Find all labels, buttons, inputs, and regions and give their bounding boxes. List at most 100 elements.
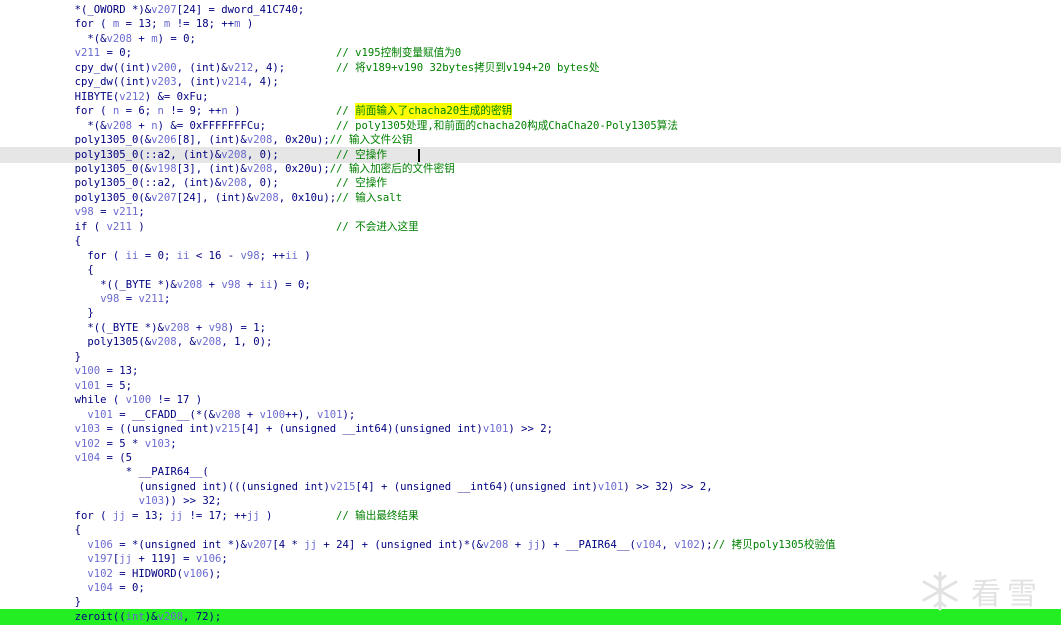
- code-token: , &: [176, 336, 196, 349]
- code-token: = 5 *: [100, 437, 145, 450]
- code-token: ) = 1;: [227, 321, 267, 334]
- code-token: );: [699, 538, 713, 551]
- code-token: +: [240, 278, 260, 291]
- code-token: zeroit((: [74, 610, 126, 623]
- variable-token: v211: [112, 206, 139, 219]
- code-token: ): [240, 18, 254, 31]
- variable-token: v106: [183, 567, 209, 580]
- code-token: }: [74, 596, 81, 609]
- code-line[interactable]: zeroit((int)&v208, 72);: [0, 608, 1061, 625]
- code-token: = 13;: [100, 365, 139, 378]
- code-token: poly1305_0(&: [74, 134, 152, 147]
- code-token: ): [297, 249, 311, 262]
- variable-token: v206: [151, 134, 177, 147]
- code-text: zeroit((int)&v208, 72);: [75, 609, 222, 625]
- text-cursor: [418, 148, 420, 162]
- code-token: [4 *: [272, 538, 305, 551]
- variable-token: jj: [246, 509, 260, 522]
- code-token: , 4);: [246, 76, 279, 89]
- code-token: if (: [74, 220, 107, 233]
- variable-token: v208: [176, 278, 203, 291]
- variable-token: v100: [259, 408, 286, 421]
- variable-token: int: [125, 610, 145, 623]
- variable-token: v102: [74, 437, 101, 450]
- variable-token: v214: [221, 76, 247, 89]
- variable-token: v101: [482, 423, 509, 436]
- variable-token: v207: [151, 191, 177, 204]
- code-token: = 6;: [119, 105, 158, 118]
- variable-token: ii: [285, 249, 298, 262]
- code-token: ): [227, 105, 241, 118]
- variable-token: jj: [304, 538, 318, 551]
- code-token: [3], (int)&: [176, 162, 247, 175]
- variable-token: ii: [176, 249, 190, 262]
- code-token: for (: [74, 105, 113, 118]
- code-token: }: [87, 307, 94, 320]
- variable-token: v208: [246, 134, 273, 147]
- code-token: );: [208, 567, 222, 580]
- variable-token: v100: [125, 394, 152, 407]
- code-token: ;: [138, 206, 145, 219]
- code-token: , 72);: [183, 610, 222, 623]
- variable-token: v101: [87, 408, 113, 421]
- variable-token: v98: [208, 321, 228, 334]
- variable-token: v215: [214, 423, 241, 436]
- code-token: ) = 0;: [272, 278, 311, 291]
- variable-token: v208: [106, 32, 133, 45]
- variable-token: v103: [144, 437, 171, 450]
- code-token: (unsigned int)(((unsigned int): [138, 480, 330, 493]
- code-token: = (5: [100, 451, 132, 464]
- code-token: = 13;: [119, 18, 164, 31]
- variable-token: v101: [317, 408, 343, 421]
- code-token: *(_OWORD *)&: [74, 4, 152, 16]
- code-token: = ((unsigned int): [100, 423, 215, 436]
- code-token: HIBYTE(: [74, 90, 120, 103]
- code-token: ++),: [285, 408, 318, 421]
- code-token: ;: [170, 437, 177, 450]
- code-token: ) &= 0xFu;: [144, 90, 209, 103]
- code-token: = 0;: [138, 249, 177, 262]
- variable-token: v102: [87, 567, 113, 580]
- comment-token: // 输入salt: [336, 191, 402, 204]
- code-token: *((_BYTE *)&: [100, 278, 177, 291]
- variable-token: v103: [74, 423, 101, 436]
- variable-token: v208: [214, 408, 241, 421]
- code-token: < 16 -: [189, 249, 241, 262]
- variable-token: v101: [74, 379, 101, 392]
- variable-token: v207: [151, 4, 177, 16]
- variable-token: v208: [253, 191, 279, 204]
- code-token: +: [132, 32, 152, 45]
- code-token: *(&: [87, 119, 107, 132]
- code-token: != 9; ++: [163, 105, 222, 118]
- code-token: * __PAIR64__(: [125, 466, 209, 479]
- code-token: , 0x10u);: [278, 191, 337, 204]
- variable-token: v208: [195, 336, 222, 349]
- variable-token: v215: [329, 480, 356, 493]
- code-token: {: [87, 264, 94, 277]
- variable-token: v200: [151, 61, 177, 74]
- code-token: + 24] + (unsigned int)*(&: [317, 538, 483, 551]
- code-token: , 0);: [246, 148, 279, 161]
- code-token: +: [240, 408, 260, 421]
- kanxue-watermark: 看雪: [919, 569, 1043, 613]
- variable-token: ii: [259, 278, 273, 291]
- variable-token: v104: [87, 582, 113, 594]
- variable-token: v102: [674, 538, 700, 551]
- code-token: for (: [74, 509, 113, 522]
- code-token: {: [74, 235, 81, 248]
- code-token: =: [119, 293, 139, 305]
- pseudocode-view[interactable]: *(_OWORD *)&v207[24] = dword_41C740; for …: [0, 0, 1061, 641]
- code-token: , (int)&: [176, 61, 228, 74]
- code-token: != 18; ++: [170, 18, 235, 31]
- code-token: ;: [163, 293, 171, 305]
- variable-token: v106: [87, 538, 113, 551]
- variable-token: v98: [221, 278, 241, 291]
- variable-token: v98: [100, 293, 120, 305]
- variable-token: v211: [74, 47, 101, 60]
- code-token: = 0;: [100, 47, 132, 60]
- code-token: ; ++: [259, 249, 286, 262]
- code-token: +: [189, 321, 209, 334]
- code-token: poly1305(&: [87, 336, 152, 349]
- variable-token: v208: [106, 119, 133, 132]
- variable-token: v211: [106, 220, 132, 233]
